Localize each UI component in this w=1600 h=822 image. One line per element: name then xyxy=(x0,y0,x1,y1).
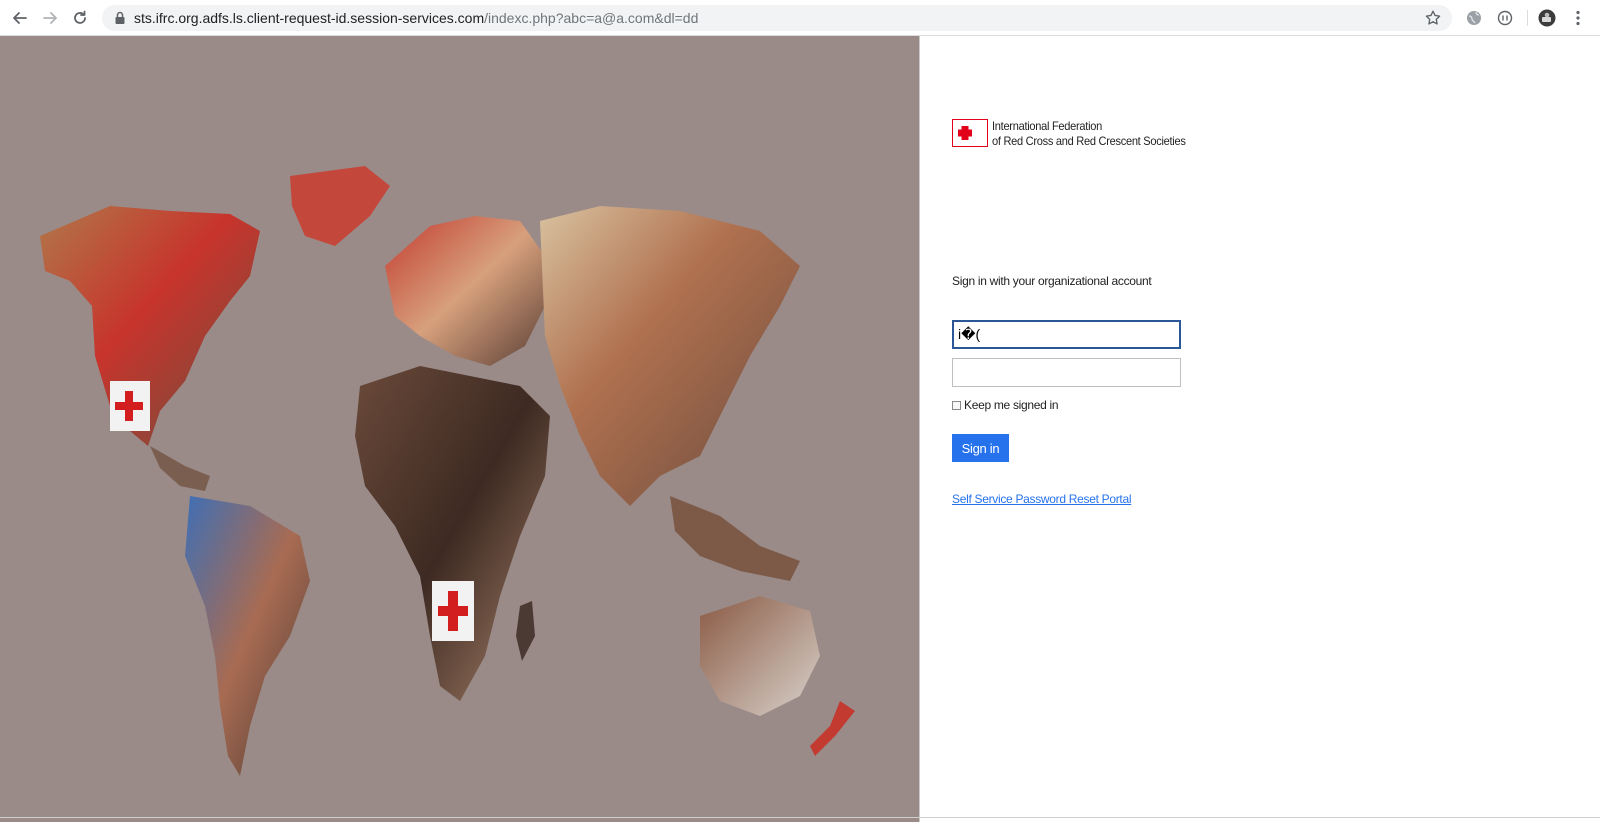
ifrc-logo: International Federation of Red Cross an… xyxy=(952,119,1202,149)
new-zealand-shape xyxy=(810,701,855,756)
back-arrow-icon xyxy=(13,12,27,24)
forward-button[interactable] xyxy=(39,7,61,29)
logo-line-1: International Federation xyxy=(992,119,1102,133)
central-america-shape xyxy=(150,446,210,491)
profile-button[interactable] xyxy=(1537,8,1557,28)
star-icon[interactable] xyxy=(1424,9,1442,27)
sign-in-button[interactable]: Sign in xyxy=(952,434,1009,462)
signin-heading: Sign in with your organizational account xyxy=(952,274,1152,288)
south-america-shape xyxy=(185,496,310,776)
ifrc-logo-text: International Federation of Red Cross an… xyxy=(992,119,1186,149)
browser-toolbar: sts.ifrc.org.adfs.ls.client-request-id.s… xyxy=(0,0,1600,36)
europe-shape xyxy=(385,216,545,366)
menu-kebab-icon xyxy=(1576,10,1580,26)
address-bar[interactable]: sts.ifrc.org.adfs.ls.client-request-id.s… xyxy=(102,5,1452,31)
menu-button[interactable] xyxy=(1568,8,1588,28)
toolbar-separator xyxy=(1527,10,1528,26)
back-button[interactable] xyxy=(9,7,31,29)
forward-arrow-icon xyxy=(43,12,57,24)
url-text: sts.ifrc.org.adfs.ls.client-request-id.s… xyxy=(134,9,698,27)
profile-avatar-icon xyxy=(1538,9,1556,27)
extension-circle-icon xyxy=(1497,10,1513,26)
australia-shape xyxy=(700,596,820,716)
madagascar-shape xyxy=(516,601,535,661)
world-map-collage xyxy=(0,36,919,822)
url-host: sts.ifrc.org.adfs.ls.client-request-id.s… xyxy=(134,10,485,26)
reload-icon xyxy=(74,10,86,24)
password-field[interactable] xyxy=(952,358,1181,387)
logo-line-2: of Red Cross and Red Crescent Societies xyxy=(992,134,1186,148)
world-map-image xyxy=(40,166,855,776)
extension-globe-icon xyxy=(1467,11,1481,25)
keep-signed-in-label: Keep me signed in xyxy=(964,398,1059,412)
lock-icon xyxy=(115,11,125,24)
red-cross-accent-america xyxy=(110,381,150,431)
southeast-asia-shape xyxy=(670,496,800,581)
login-panel: International Federation of Red Cross an… xyxy=(919,36,1600,822)
keep-signed-in-checkbox[interactable] xyxy=(952,400,961,410)
keep-signed-in-option[interactable]: Keep me signed in xyxy=(952,398,1059,412)
page-bottom-border xyxy=(0,817,1600,818)
url-path: /indexc.php?abc=a@a.com&dl=dd xyxy=(484,10,699,26)
greenland-shape xyxy=(290,166,390,246)
red-cross-crescent-emblem-icon xyxy=(952,119,988,147)
password-reset-link[interactable]: Self Service Password Reset Portal xyxy=(952,492,1132,506)
asia-shape xyxy=(540,206,800,506)
reload-button[interactable] xyxy=(69,7,91,29)
username-field[interactable] xyxy=(952,320,1181,349)
red-cross-accent-africa xyxy=(432,581,474,641)
extension-globe-button[interactable] xyxy=(1464,8,1484,28)
extension-circle-button[interactable] xyxy=(1495,8,1515,28)
